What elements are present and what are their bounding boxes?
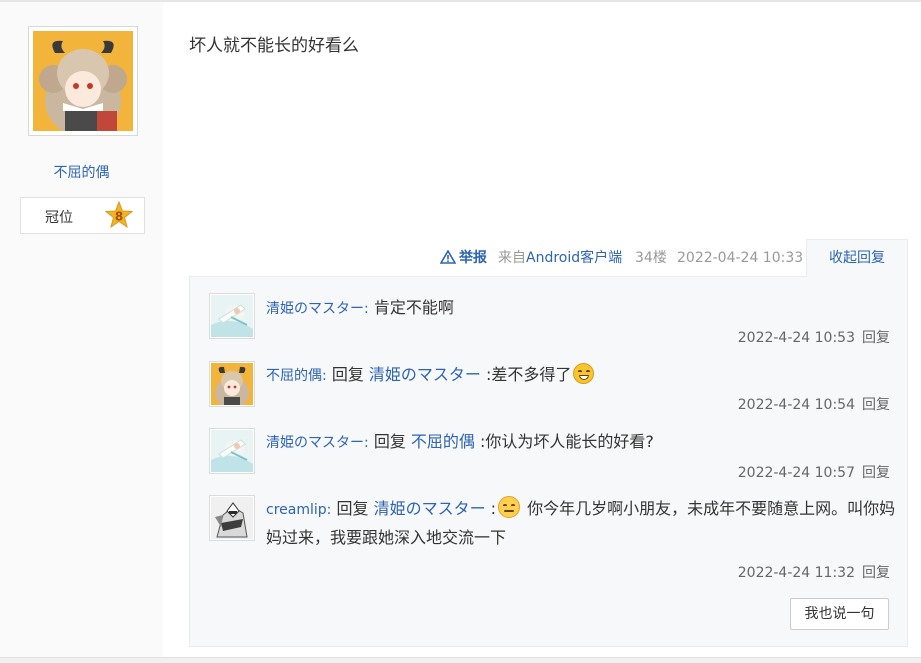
member-badge[interactable]: 冠位 8 — [20, 197, 145, 234]
reply-text: : — [490, 499, 497, 518]
author-name[interactable]: 不屈的偶 — [0, 162, 163, 182]
reply-text: :差不多得了 — [486, 365, 572, 384]
reply-time: 2022-4-24 10:53 — [737, 330, 855, 346]
reply-avatar[interactable] — [209, 495, 255, 541]
author-avatar[interactable] — [28, 26, 138, 136]
source-prefix: 来自 — [498, 250, 526, 266]
reply-content: creamlip: 回复 清姫のマスター : 你今年几岁啊小朋友，未成年不要随意… — [266, 495, 896, 551]
reply-text: :你认为坏人能长的好看? — [480, 432, 654, 451]
reply-target-user[interactable]: 不屈的偶 — [411, 432, 475, 451]
anime-girl-horns-avatar — [33, 31, 133, 131]
warning-icon — [440, 250, 456, 264]
reply-footer: 2022-4-24 10:53 回复 — [738, 327, 890, 347]
smirk-emoji-icon — [498, 496, 521, 518]
reply-footer: 2022-4-24 11:32 回复 — [738, 562, 890, 582]
reply-text: 肯定不能啊 — [373, 298, 454, 317]
reply-footer: 2022-4-24 10:54 回复 — [738, 394, 890, 414]
reply-button[interactable]: 回复 — [862, 330, 890, 346]
reply-time: 2022-4-24 11:32 — [737, 565, 855, 581]
say-something-button[interactable]: 我也说一句 — [790, 598, 889, 630]
reply-button[interactable]: 回复 — [862, 397, 890, 413]
reply-username[interactable]: 清姫のマスター: — [266, 301, 369, 317]
robot-mecha-avatar — [211, 497, 253, 539]
reply-avatar[interactable] — [209, 428, 255, 474]
reply-prefix: 回复 — [331, 365, 364, 384]
anime-girl-white-avatar — [211, 295, 253, 337]
reply-content: 清姫のマスター: 肯定不能啊 — [266, 294, 896, 323]
reply-avatar[interactable] — [209, 361, 255, 407]
anime-girl-white-avatar — [211, 430, 253, 472]
report-button[interactable]: 举报 — [440, 248, 487, 268]
level-number: 8 — [115, 210, 123, 224]
author-sidebar: 不屈的偶 冠位 8 — [0, 2, 163, 657]
reply-button[interactable]: 回复 — [862, 565, 890, 581]
reply-target-user[interactable]: 清姫のマスター — [374, 499, 486, 518]
floor-number: 34楼 — [635, 250, 667, 266]
post-content: 坏人就不能长的好看么 — [189, 36, 359, 56]
level-star-icon: 8 — [104, 201, 134, 229]
sweat-smile-emoji-icon — [573, 363, 595, 384]
source-client-link[interactable]: Android客户端 — [526, 250, 622, 266]
reply-content: 不屈的偶: 回复 清姫のマスター :差不多得了 — [266, 361, 896, 390]
reply-prefix: 回复 — [336, 499, 369, 518]
reply-button[interactable]: 回复 — [862, 465, 890, 481]
post-source: 来自Android客户端 — [498, 248, 622, 268]
reply-username[interactable]: 清姫のマスター: — [266, 435, 369, 451]
reply-footer: 2022-4-24 10:57 回复 — [738, 462, 890, 482]
reply-content: 清姫のマスター: 回复 不屈的偶 :你认为坏人能长的好看? — [266, 428, 896, 457]
anime-girl-horns-avatar — [211, 363, 253, 406]
reply-prefix: 回复 — [373, 432, 406, 451]
bottom-divider — [0, 657, 921, 663]
reply-time: 2022-4-24 10:57 — [737, 465, 855, 481]
reply-username[interactable]: creamlip: — [266, 502, 331, 518]
badge-label: 冠位 — [45, 210, 73, 226]
reply-target-user[interactable]: 清姫のマスター — [369, 365, 481, 384]
collapse-replies-button[interactable]: 收起回复 — [806, 239, 908, 277]
post-time: 2022-04-24 10:33 — [677, 250, 804, 266]
reply-avatar[interactable] — [209, 293, 255, 339]
reply-username[interactable]: 不屈的偶: — [266, 368, 327, 384]
reply-panel: 清姫のマスター: 肯定不能啊 2022-4-24 10:53 回复 不屈的偶: 回… — [189, 276, 908, 647]
reply-time: 2022-4-24 10:54 — [737, 397, 855, 413]
report-label: 举报 — [459, 250, 487, 266]
